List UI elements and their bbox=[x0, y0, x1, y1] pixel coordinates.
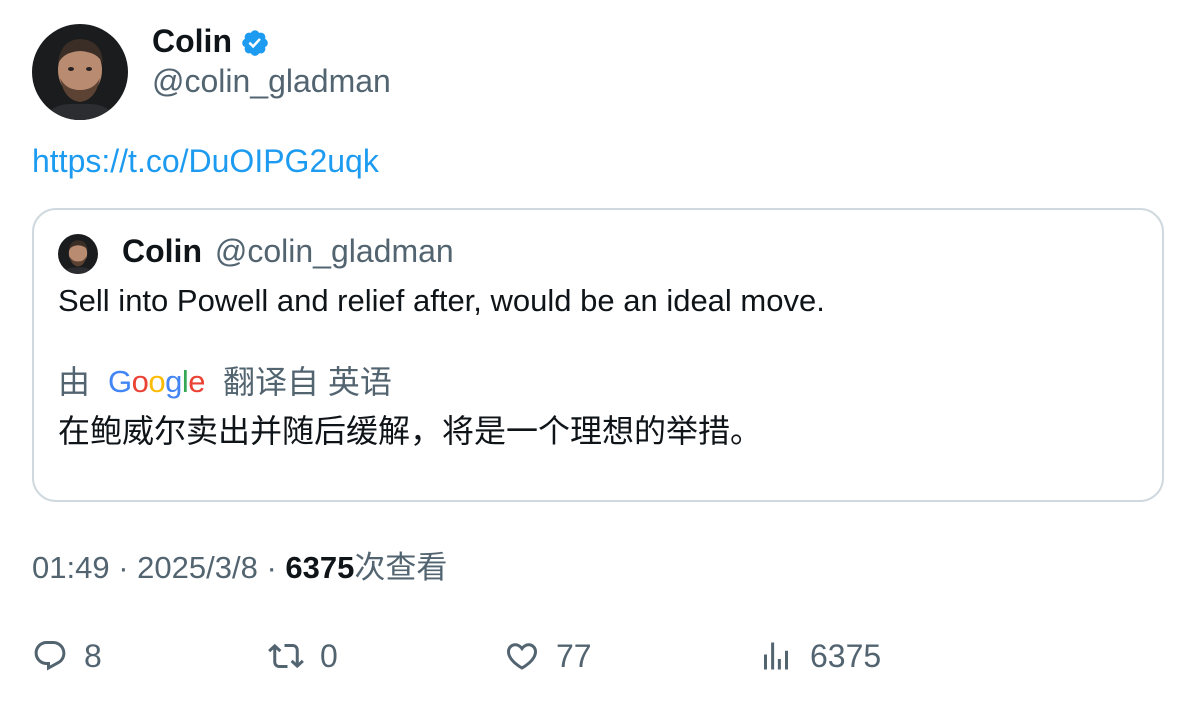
tweet-date[interactable]: 2025/3/8 bbox=[137, 550, 258, 585]
google-logo: Google bbox=[108, 364, 206, 399]
views-button[interactable]: 6375 bbox=[758, 634, 881, 678]
views-label: 次查看 bbox=[354, 550, 448, 585]
like-count: 77 bbox=[556, 638, 592, 674]
reply-button[interactable]: 8 bbox=[32, 634, 102, 678]
quoted-tweet-header: Colin @colin_gladman bbox=[122, 232, 454, 270]
reply-count: 8 bbox=[84, 638, 102, 674]
retweet-count: 0 bbox=[320, 638, 338, 674]
author-avatar[interactable] bbox=[32, 24, 128, 120]
author-name[interactable]: Colin bbox=[152, 22, 232, 60]
author-name-row[interactable]: Colin bbox=[152, 22, 270, 60]
tweet-link[interactable]: https://t.co/DuOIPG2uqk bbox=[32, 142, 379, 180]
tweet-time[interactable]: 01:49 bbox=[32, 550, 110, 585]
author-handle[interactable]: @colin_gladman bbox=[152, 62, 391, 100]
analytics-icon bbox=[764, 642, 788, 670]
avatar-image bbox=[32, 24, 128, 120]
quoted-tweet-card[interactable]: Colin @colin_gladman Sell into Powell an… bbox=[32, 208, 1164, 502]
translation-attribution: 由 Google 翻译自 英语 bbox=[58, 363, 392, 401]
meta-separator: · bbox=[118, 550, 129, 585]
translate-suffix: 翻译自 英语 bbox=[223, 364, 392, 400]
retweet-button[interactable]: 0 bbox=[268, 634, 338, 678]
avatar-image bbox=[58, 234, 98, 274]
heart-icon bbox=[506, 643, 538, 670]
quoted-tweet-text: Sell into Powell and relief after, would… bbox=[58, 283, 825, 318]
action-bar: 8 0 77 6375 bbox=[32, 634, 1162, 678]
quoted-author-avatar[interactable] bbox=[58, 234, 98, 274]
verified-badge-icon bbox=[240, 28, 270, 58]
tweet-meta: 01:49 · 2025/3/8 · 6375次查看 bbox=[32, 549, 447, 587]
translated-text: 在鲍威尔卖出并随后缓解，将是一个理想的举措。 bbox=[58, 413, 763, 449]
views-count: 6375 bbox=[810, 638, 882, 674]
like-button[interactable]: 77 bbox=[504, 634, 592, 678]
reply-icon bbox=[34, 641, 66, 671]
retweet-icon bbox=[268, 643, 304, 669]
quoted-author-handle[interactable]: @colin_gladman bbox=[215, 233, 454, 269]
translate-prefix: 由 bbox=[58, 364, 91, 400]
quoted-author-name[interactable]: Colin bbox=[122, 233, 202, 269]
views-number: 6375 bbox=[285, 550, 355, 585]
meta-separator: · bbox=[266, 550, 277, 585]
